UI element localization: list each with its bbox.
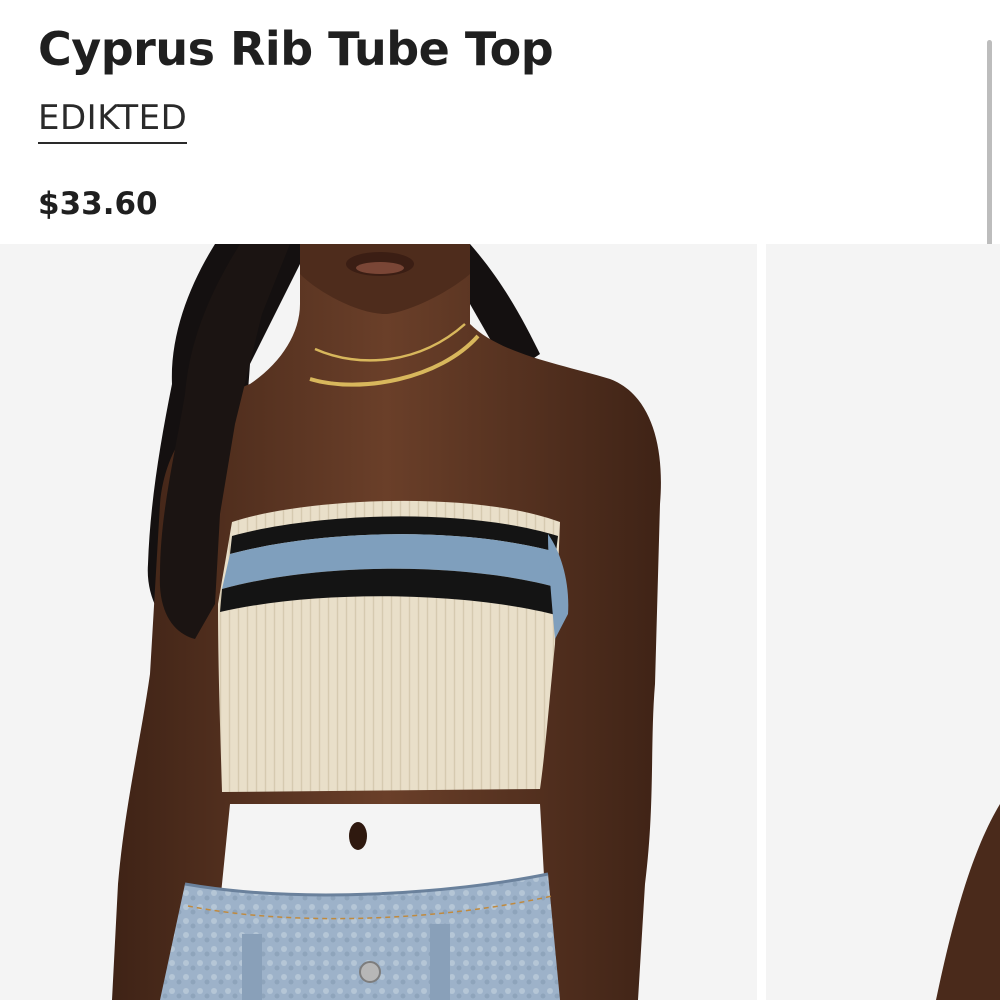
product-image-main[interactable] <box>0 244 757 1000</box>
model-photo-partial <box>766 244 1000 1000</box>
product-page: Cyprus Rib Tube Top EDIKTED $33.60 <box>0 0 1000 1000</box>
product-header: Cyprus Rib Tube Top EDIKTED $33.60 <box>0 0 1000 420</box>
product-price: $33.60 <box>38 186 158 222</box>
model-photo <box>0 244 757 1000</box>
product-image-next[interactable] <box>766 244 1000 1000</box>
product-title: Cyprus Rib Tube Top <box>38 22 554 76</box>
product-image-gallery[interactable] <box>0 244 1000 1000</box>
brand-link[interactable]: EDIKTED <box>38 98 188 144</box>
